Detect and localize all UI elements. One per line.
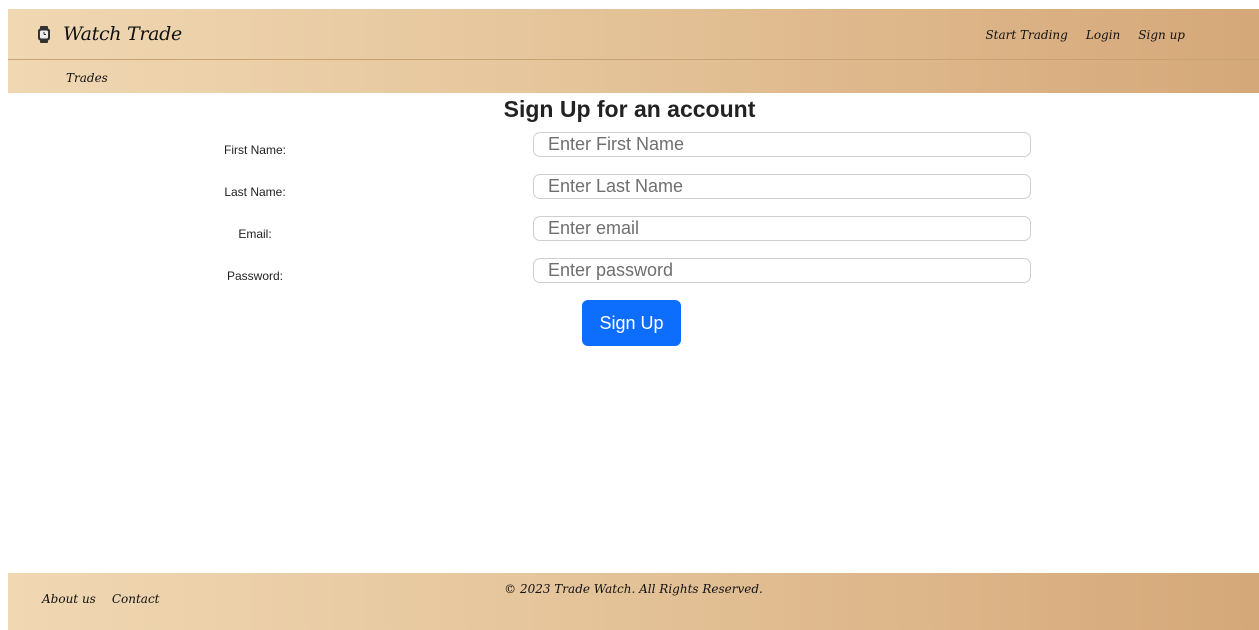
header-nav: Start Trading Login Sign up bbox=[985, 28, 1185, 42]
watch-icon bbox=[38, 25, 50, 43]
email-row: Email: bbox=[0, 216, 1259, 242]
last-name-row: Last Name: bbox=[0, 174, 1259, 200]
page-title: Sign Up for an account bbox=[503, 96, 756, 122]
password-row: Password: bbox=[0, 258, 1259, 284]
site-header: Watch Trade Start Trading Login Sign up … bbox=[8, 9, 1259, 93]
email-label: Email: bbox=[238, 227, 272, 241]
nav-login[interactable]: Login bbox=[1086, 28, 1120, 42]
header-top-row: Watch Trade Start Trading Login Sign up bbox=[8, 9, 1259, 60]
last-name-label: Last Name: bbox=[224, 185, 286, 199]
nav-signup[interactable]: Sign up bbox=[1138, 28, 1185, 42]
brand[interactable]: Watch Trade bbox=[37, 23, 182, 45]
copyright-text: © 2023 Trade Watch. All Rights Reserved. bbox=[504, 582, 763, 596]
site-footer: About us Contact © 2023 Trade Watch. All… bbox=[8, 573, 1259, 630]
password-label: Password: bbox=[226, 269, 284, 283]
first-name-row: First Name: bbox=[0, 132, 1259, 158]
nav-start-trading[interactable]: Start Trading bbox=[985, 28, 1067, 42]
signup-button[interactable]: Sign Up bbox=[582, 300, 681, 346]
nav-trades[interactable]: Trades bbox=[66, 71, 108, 85]
first-name-label: First Name: bbox=[223, 143, 286, 157]
subnav: Trades bbox=[66, 69, 108, 87]
password-input[interactable] bbox=[533, 258, 1031, 283]
last-name-input[interactable] bbox=[533, 174, 1031, 199]
brand-name: Watch Trade bbox=[63, 23, 182, 45]
first-name-input[interactable] bbox=[533, 132, 1031, 157]
email-input[interactable] bbox=[533, 216, 1031, 241]
